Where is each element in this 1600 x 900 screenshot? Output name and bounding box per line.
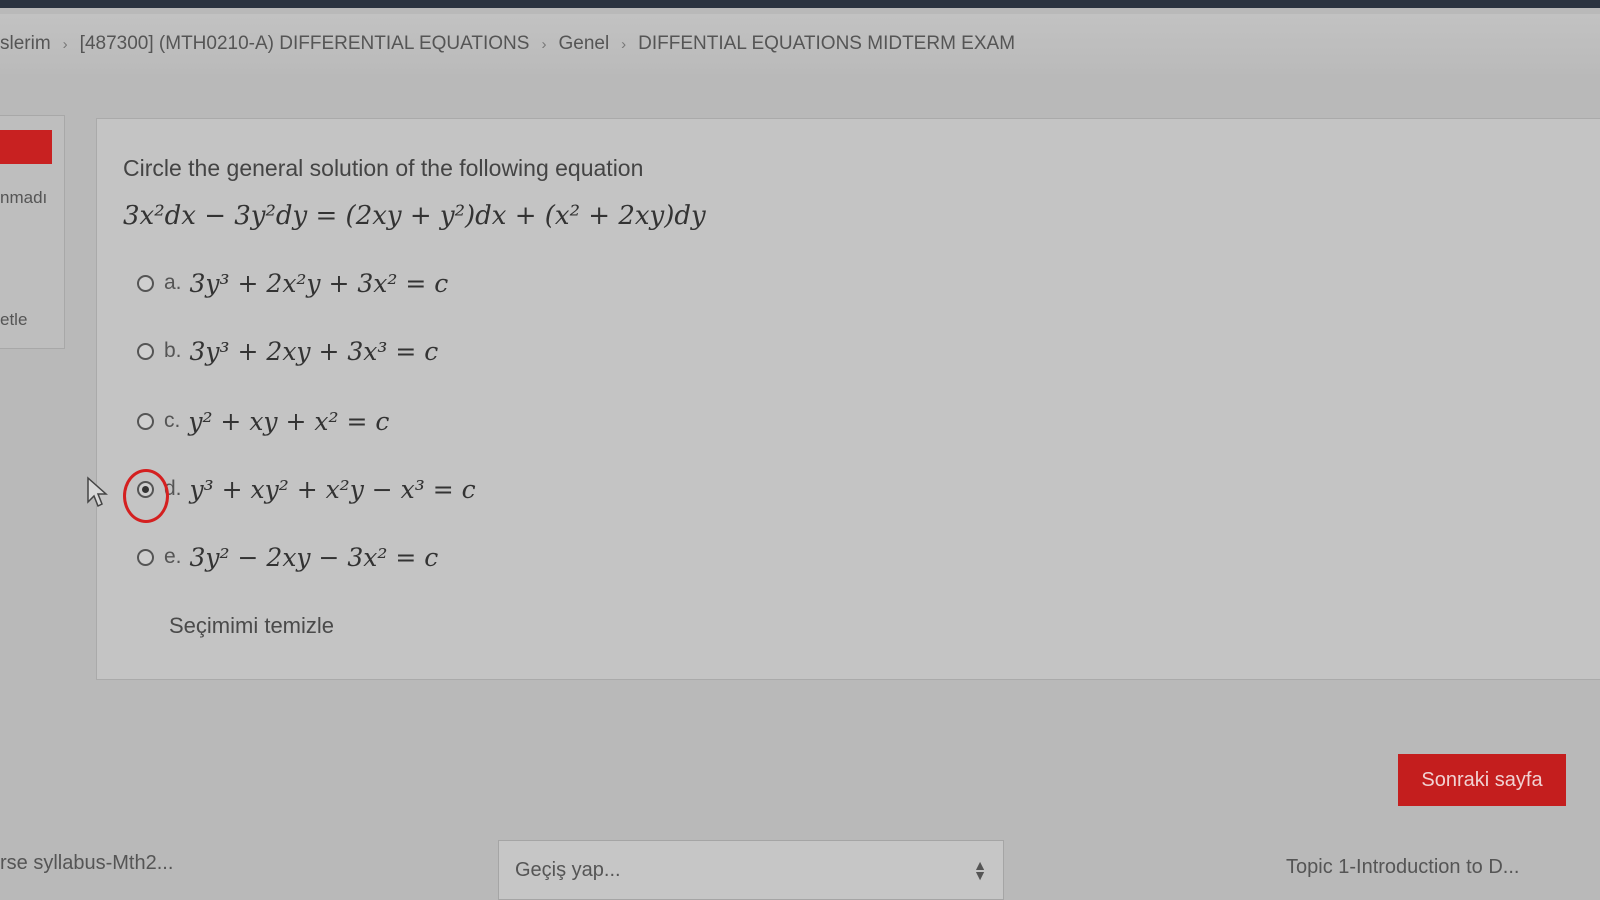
clear-selection-link[interactable]: Seçimimi temizle	[169, 613, 334, 639]
chevron-right-icon: ›	[621, 35, 627, 53]
breadcrumb-item-course[interactable]: [487300] (MTH0210-A) DIFFERENTIAL EQUATI…	[80, 33, 530, 55]
radio-button[interactable]	[137, 412, 154, 430]
option-answer: 3y³ + 2xy + 3x³ = c	[189, 336, 439, 366]
jump-to-select[interactable]: Geçiş yap... ▲ ▼	[498, 840, 1004, 900]
top-bar	[0, 0, 1600, 8]
flag-question-link[interactable]: etle	[0, 310, 27, 330]
option-letter: b.	[164, 339, 182, 362]
option-c[interactable]: c. y² + xy + x² = c	[137, 403, 389, 439]
sort-arrows-icon: ▲ ▼	[973, 857, 987, 883]
option-letter: a.	[164, 271, 182, 294]
breadcrumb-item-exam[interactable]: DIFFENTIAL EQUATIONS MIDTERM EXAM	[638, 33, 1015, 55]
option-answer: 3y² − 2xy − 3x² = c	[189, 542, 439, 572]
question-card: Circle the general solution of the follo…	[96, 118, 1600, 680]
chevron-right-icon: ›	[541, 35, 547, 53]
jump-to-placeholder: Geçiş yap...	[515, 858, 621, 881]
radio-button-selected[interactable]	[123, 468, 169, 523]
option-d[interactable]: d. y³ + xy² + x²y − x³ = c	[123, 468, 476, 523]
mouse-cursor-icon	[87, 476, 108, 508]
question-prompt: Circle the general solution of the follo…	[123, 155, 644, 181]
breadcrumb-item-courses[interactable]: slerim	[0, 33, 51, 55]
option-answer: 3y³ + 2x²y + 3x² = c	[189, 268, 449, 298]
next-page-button[interactable]: Sonraki sayfa	[1398, 754, 1566, 806]
option-b[interactable]: b. 3y³ + 2xy + 3x³ = c	[137, 333, 438, 369]
red-annotation-circle	[123, 468, 169, 523]
next-activity-link[interactable]: Topic 1-Introduction to D...	[1286, 856, 1519, 879]
option-letter: e.	[164, 545, 182, 568]
radio-button[interactable]	[137, 548, 154, 566]
option-e[interactable]: e. 3y² − 2xy − 3x² = c	[137, 539, 438, 575]
question-info-panel: nmadı etle	[0, 115, 65, 349]
question-status-badge	[0, 130, 52, 164]
radio-button[interactable]	[137, 274, 154, 292]
chevron-right-icon: ›	[62, 35, 68, 53]
question-equation: 3x²dx − 3y²dy = (2xy + y²)dx + (x² + 2xy…	[123, 201, 706, 231]
option-a[interactable]: a. 3y³ + 2x²y + 3x² = c	[137, 265, 448, 301]
previous-activity-link[interactable]: rse syllabus-Mth2...	[0, 852, 173, 875]
option-letter: c.	[164, 409, 181, 432]
breadcrumb-item-section[interactable]: Genel	[558, 33, 609, 55]
option-answer: y³ + xy² + x²y − x³ = c	[189, 474, 476, 504]
breadcrumb: slerim › [487300] (MTH0210-A) DIFFERENTI…	[0, 14, 1600, 74]
option-answer: y² + xy + x² = c	[188, 406, 390, 436]
question-status-text: nmadı	[0, 188, 48, 207]
radio-button[interactable]	[137, 342, 154, 360]
